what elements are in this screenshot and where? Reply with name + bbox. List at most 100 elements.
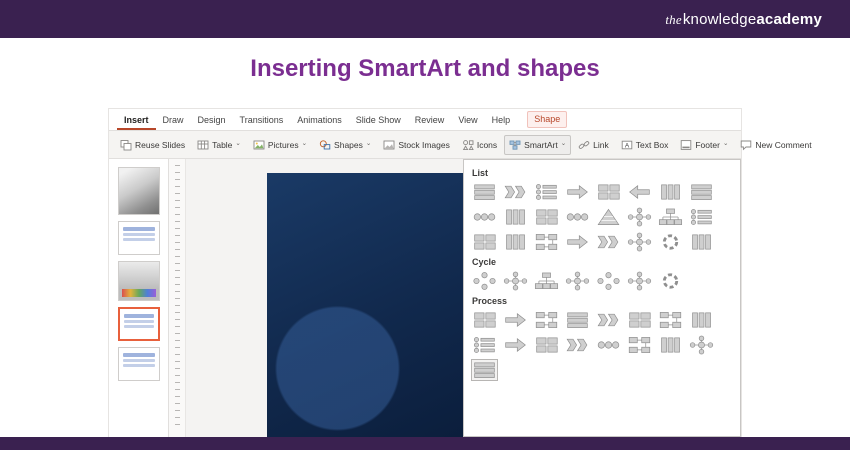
smartart-process-option[interactable] xyxy=(533,309,560,331)
slide-thumbnail[interactable] xyxy=(117,167,160,215)
smartart-list-option[interactable] xyxy=(533,181,560,203)
chevron-down-icon: ⌄ xyxy=(560,140,567,148)
smartart-list-option[interactable] xyxy=(471,206,498,228)
toolbar-pictures-button[interactable]: Pictures ⌄ xyxy=(248,135,312,155)
tab-design[interactable]: Design xyxy=(191,110,233,130)
smartart-cycle-option[interactable] xyxy=(564,270,591,292)
smartart-cycle-option[interactable] xyxy=(626,270,653,292)
smartart-list-option[interactable] xyxy=(533,231,560,253)
smartart-list-option[interactable] xyxy=(626,206,653,228)
smartart-list-option[interactable] xyxy=(688,231,715,253)
toolbar-label: Stock Images xyxy=(398,139,450,150)
smartart-cycle-option[interactable] xyxy=(471,270,498,292)
toolbar-reuse-slides-button[interactable]: Reuse Slides xyxy=(115,135,190,155)
tab-draw[interactable]: Draw xyxy=(156,110,191,130)
smartart-process-option[interactable] xyxy=(471,359,498,381)
toolbar-stock-images-button[interactable]: Stock Images xyxy=(378,135,455,155)
slide-thumbnail[interactable] xyxy=(117,347,160,381)
smartart-list-option[interactable] xyxy=(533,206,560,228)
smartart-process-option[interactable] xyxy=(564,334,591,356)
slide-thumbnail[interactable] xyxy=(117,261,160,301)
smartart-list-option[interactable] xyxy=(595,206,622,228)
smartart-process-option[interactable] xyxy=(502,309,529,331)
smartart-list-option[interactable] xyxy=(502,231,529,253)
table-icon xyxy=(197,139,209,151)
reuse-slides-icon xyxy=(120,139,132,151)
smartart-process-option[interactable] xyxy=(595,309,622,331)
smartart-list-option[interactable] xyxy=(564,206,591,228)
workspace: List Cycle Process xyxy=(109,159,741,437)
stock-images-icon xyxy=(383,139,395,151)
toolbar-new-comment-button[interactable]: New Comment xyxy=(735,135,816,155)
toolbar-footer-button[interactable]: Footer ⌄ xyxy=(675,135,733,155)
toolbar-icons-button[interactable]: Icons xyxy=(457,135,502,155)
smartart-process-option[interactable] xyxy=(533,334,560,356)
smartart-list-option[interactable] xyxy=(502,206,529,228)
current-slide[interactable] xyxy=(267,173,463,437)
smartart-cycle-option[interactable] xyxy=(595,270,622,292)
toolbar-link-button[interactable]: Link xyxy=(573,135,614,155)
icons-icon xyxy=(462,139,474,151)
brand-academy: academy xyxy=(756,10,822,28)
tab-review[interactable]: Review xyxy=(408,110,452,130)
tab-view[interactable]: View xyxy=(451,110,484,130)
tab-insert[interactable]: Insert xyxy=(117,110,156,130)
toolbar-label: Table xyxy=(212,139,233,150)
tab-transitions[interactable]: Transitions xyxy=(233,110,291,130)
ribbon-toolbar: Reuse Slides Table ⌄ Pictures ⌄ Shapes ⌄ Stock … xyxy=(109,131,812,159)
smartart-list-option[interactable] xyxy=(595,231,622,253)
powerpoint-window: Insert Draw Design Transitions Animations Sli… xyxy=(108,108,812,438)
ribbon-tab-bar: Insert Draw Design Transitions Animations Sli… xyxy=(109,109,741,131)
smartart-process-option[interactable] xyxy=(657,334,684,356)
slide-thumbnail-selected[interactable] xyxy=(117,307,160,341)
toolbar-label: Link xyxy=(593,139,609,150)
smartart-list-option[interactable] xyxy=(564,181,591,203)
tab-animations[interactable]: Animations xyxy=(290,110,349,130)
smartart-process-option[interactable] xyxy=(471,309,498,331)
toolbar-text-box-button[interactable]: A Text Box xyxy=(616,135,674,155)
toolbar-shapes-button[interactable]: Shapes ⌄ xyxy=(314,135,376,155)
smartart-list-option[interactable] xyxy=(564,231,591,253)
smartart-process-option[interactable] xyxy=(564,309,591,331)
smartart-list-option[interactable] xyxy=(626,181,653,203)
smartart-list-option[interactable] xyxy=(502,181,529,203)
toolbar-smartart-button[interactable]: SmartArt ⌄ xyxy=(504,134,572,155)
tab-slide-show[interactable]: Slide Show xyxy=(349,110,408,130)
smartart-grid-list xyxy=(471,181,733,253)
smartart-list-option[interactable] xyxy=(595,181,622,203)
toolbar-label: Reuse Slides xyxy=(135,139,186,150)
pictures-icon xyxy=(253,139,265,151)
smartart-list-option[interactable] xyxy=(688,206,715,228)
smartart-list-option[interactable] xyxy=(657,206,684,228)
smartart-list-option[interactable] xyxy=(688,181,715,203)
svg-text:A: A xyxy=(625,142,630,149)
smartart-gallery: List Cycle Process xyxy=(463,159,741,437)
smartart-list-option[interactable] xyxy=(657,231,684,253)
vertical-ruler xyxy=(169,159,186,437)
tab-help[interactable]: Help xyxy=(485,110,518,130)
smartart-list-option[interactable] xyxy=(471,181,498,203)
smartart-list-option[interactable] xyxy=(626,231,653,253)
smartart-cycle-option[interactable] xyxy=(533,270,560,292)
smartart-process-option[interactable] xyxy=(626,334,653,356)
chevron-down-icon: ⌄ xyxy=(365,140,372,148)
smartart-list-option[interactable] xyxy=(657,181,684,203)
smartart-process-option[interactable] xyxy=(688,334,715,356)
smartart-process-option[interactable] xyxy=(502,334,529,356)
smartart-process-option[interactable] xyxy=(688,309,715,331)
smartart-list-option[interactable] xyxy=(471,231,498,253)
bottom-brand-bar xyxy=(0,437,850,450)
smartart-process-option[interactable] xyxy=(657,309,684,331)
smartart-process-option[interactable] xyxy=(471,334,498,356)
toolbar-label: Footer xyxy=(695,139,720,150)
smartart-process-option[interactable] xyxy=(626,309,653,331)
link-icon xyxy=(578,139,590,151)
tab-shape[interactable]: Shape xyxy=(527,111,568,128)
toolbar-table-button[interactable]: Table ⌄ xyxy=(192,135,246,155)
slide-thumbnail[interactable] xyxy=(117,221,160,255)
smartart-cycle-option[interactable] xyxy=(502,270,529,292)
page-title: Inserting SmartArt and shapes xyxy=(250,55,600,82)
toolbar-label: Pictures xyxy=(267,139,299,150)
smartart-process-option[interactable] xyxy=(595,334,622,356)
smartart-cycle-option[interactable] xyxy=(657,270,684,292)
